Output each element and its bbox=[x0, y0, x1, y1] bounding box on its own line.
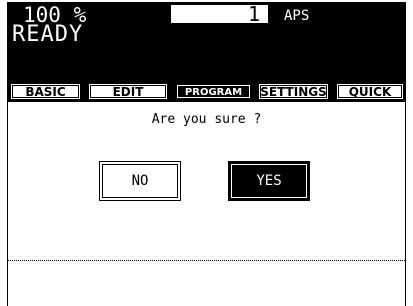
confirmation-panel: Are you sure ? NO YES bbox=[7, 102, 406, 306]
paper-mode: APS bbox=[284, 8, 310, 24]
tab-edit[interactable]: EDIT bbox=[88, 83, 168, 100]
confirmation-prompt: Are you sure ? bbox=[151, 112, 262, 127]
tab-basic[interactable]: BASIC bbox=[10, 83, 81, 100]
tab-strip: BASIC EDIT PROGRAM SETTINGS QUICK bbox=[7, 82, 406, 102]
yes-button[interactable]: YES bbox=[228, 161, 310, 201]
copy-quantity: 1 bbox=[247, 2, 260, 26]
tab-program[interactable]: PROGRAM bbox=[175, 83, 252, 100]
tab-settings[interactable]: SETTINGS bbox=[258, 83, 329, 100]
tab-quick[interactable]: QUICK bbox=[336, 83, 404, 100]
copier-control-screen: 100 % 1 APS READY BASIC EDIT PROGRAM SET… bbox=[0, 0, 413, 306]
no-button[interactable]: NO bbox=[99, 161, 181, 201]
message-area-divider bbox=[8, 260, 405, 261]
status-panel: 100 % 1 APS READY bbox=[7, 2, 406, 82]
machine-status: READY bbox=[12, 22, 84, 47]
copy-quantity-box: 1 bbox=[171, 2, 268, 26]
